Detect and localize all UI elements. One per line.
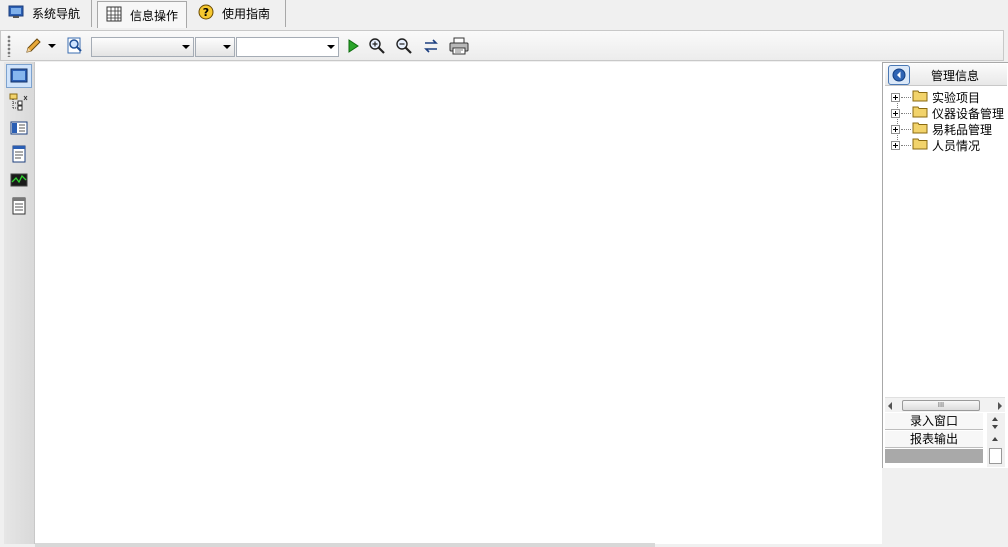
dropdown-arrow-icon[interactable] [47, 36, 57, 56]
tab-label: 系统导航 [32, 7, 81, 21]
book-icon[interactable] [6, 116, 32, 140]
chart-icon[interactable] [6, 168, 32, 192]
print-icon[interactable] [449, 36, 469, 56]
help-icon: ? [198, 4, 214, 23]
chevron-down-icon [327, 45, 335, 49]
tree-node[interactable]: 人员情况 [891, 137, 980, 153]
monitor-icon [8, 5, 24, 22]
panel-bottom-list: 录入窗口 报表输出 [883, 413, 985, 467]
scroll-down-icon[interactable] [992, 425, 998, 429]
tree-node[interactable]: 实验项目 [891, 89, 980, 105]
expand-icon[interactable] [891, 124, 900, 134]
tree-horizontal-scrollbar[interactable]: III [885, 397, 1005, 412]
window-icon[interactable] [6, 64, 32, 88]
toolbar-grip[interactable] [7, 35, 11, 57]
tree-view: 实验项目 仪器设备管理 易耗品管理 人员情况 [885, 87, 1005, 397]
document-icon[interactable] [6, 142, 32, 166]
tab-system-nav[interactable]: 系统导航 [0, 0, 92, 27]
bottom-scroll-strip[interactable] [35, 543, 655, 547]
tree-structure-icon[interactable] [6, 90, 32, 114]
tab-bar: 系统导航 信息操作 ? 使用指南 [0, 0, 1008, 28]
svg-text:?: ? [203, 6, 209, 19]
main-work-area[interactable] [35, 62, 882, 544]
folder-icon [912, 121, 928, 137]
panel-header: 管理信息 [885, 64, 1007, 86]
left-toolbar [4, 62, 35, 544]
folder-icon [912, 105, 928, 121]
tab-label: 信息操作 [130, 8, 179, 23]
tree-node[interactable]: 仪器设备管理 [891, 105, 1004, 121]
scroll-left-icon[interactable] [888, 402, 892, 410]
tree-node[interactable]: 易耗品管理 [891, 121, 992, 137]
list-empty-area [885, 449, 983, 463]
management-panel: 管理信息 实验项目 仪器设备管理 易耗品管理 人员情况 III 录入窗口 报表输… [882, 62, 1008, 468]
expand-icon[interactable] [891, 92, 900, 102]
collapse-back-button[interactable] [888, 65, 910, 85]
expand-icon[interactable] [891, 108, 900, 118]
scroll-up-icon[interactable] [992, 437, 998, 441]
scroll-box[interactable] [989, 448, 1002, 464]
combo-field-1[interactable] [91, 37, 194, 57]
zoom-out-icon[interactable] [394, 36, 414, 56]
expand-icon[interactable] [891, 140, 900, 150]
report-output-item[interactable]: 报表输出 [885, 431, 983, 448]
scroll-right-icon[interactable] [998, 402, 1002, 410]
combo-field-3[interactable] [236, 37, 339, 57]
tab-info-ops[interactable]: 信息操作 [97, 1, 187, 28]
tab-label: 使用指南 [222, 7, 271, 21]
preview-magnifier-icon[interactable] [65, 36, 85, 56]
tab-user-guide[interactable]: ? 使用指南 [190, 0, 286, 27]
bottom-list-scroller[interactable] [987, 413, 1005, 467]
chevron-down-icon [182, 45, 190, 49]
scroll-up-icon[interactable] [992, 417, 998, 421]
chevron-down-icon [223, 45, 231, 49]
entry-window-item[interactable]: 录入窗口 [885, 413, 983, 430]
grid-table-icon [106, 6, 122, 25]
toolbar [0, 30, 1004, 61]
run-icon[interactable] [343, 36, 363, 56]
scroll-thumb[interactable]: III [902, 400, 980, 411]
folder-icon [912, 89, 928, 105]
report-icon[interactable] [6, 194, 32, 218]
edit-pencil-icon[interactable] [23, 36, 43, 56]
combo-field-2[interactable] [195, 37, 235, 57]
refresh-icon[interactable] [421, 36, 441, 56]
back-arrow-icon [892, 68, 906, 82]
zoom-in-icon[interactable] [367, 36, 387, 56]
folder-icon [912, 137, 928, 153]
panel-title: 管理信息 [931, 69, 980, 83]
